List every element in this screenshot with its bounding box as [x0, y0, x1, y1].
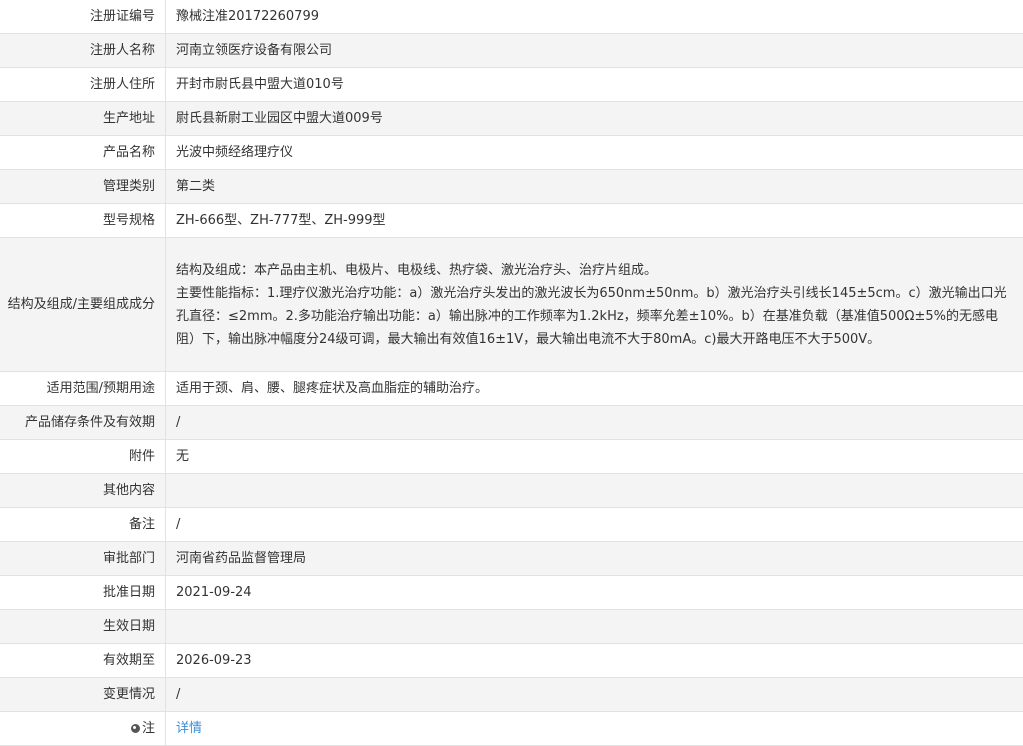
field-label: 其他内容	[0, 474, 166, 508]
field-label: 有效期至	[0, 644, 166, 678]
field-value: /	[166, 406, 1023, 440]
note-label: 注	[142, 721, 155, 736]
field-label: 变更情况	[0, 678, 166, 712]
location-pin-icon	[131, 724, 140, 733]
field-label: 批准日期	[0, 576, 166, 610]
field-value	[166, 610, 1023, 644]
row-effective-date: 生效日期	[0, 610, 1023, 644]
field-label: 审批部门	[0, 542, 166, 576]
field-value: 无	[166, 440, 1023, 474]
row-management-category: 管理类别 第二类	[0, 170, 1023, 204]
field-label: 注	[0, 712, 166, 746]
performance-text: 主要性能指标：1.理疗仪激光治疗功能：a）激光治疗头发出的激光波长为650nm±…	[176, 282, 1013, 351]
field-value: 光波中频经络理疗仪	[166, 136, 1023, 170]
row-registrant-address: 注册人住所 开封市尉氏县中盟大道010号	[0, 68, 1023, 102]
field-value: /	[166, 678, 1023, 712]
row-registration-number: 注册证编号 豫械注准20172260799	[0, 0, 1023, 34]
row-remarks: 备注 /	[0, 508, 1023, 542]
field-label: 注册人名称	[0, 34, 166, 68]
field-value: 豫械注准20172260799	[166, 0, 1023, 34]
row-production-address: 生产地址 尉氏县新尉工业园区中盟大道009号	[0, 102, 1023, 136]
row-registrant-name: 注册人名称 河南立领医疗设备有限公司	[0, 34, 1023, 68]
field-value: /	[166, 508, 1023, 542]
row-approval-date: 批准日期 2021-09-24	[0, 576, 1023, 610]
field-label: 生效日期	[0, 610, 166, 644]
field-value: ZH-666型、ZH-777型、ZH-999型	[166, 204, 1023, 238]
registration-info-table: 注册证编号 豫械注准20172260799 注册人名称 河南立领医疗设备有限公司…	[0, 0, 1023, 746]
structure-text: 结构及组成：本产品由主机、电极片、电极线、热疗袋、激光治疗头、治疗片组成。	[176, 259, 1013, 282]
field-value: 2026-09-23	[166, 644, 1023, 678]
row-change-status: 变更情况 /	[0, 678, 1023, 712]
field-value: 结构及组成：本产品由主机、电极片、电极线、热疗袋、激光治疗头、治疗片组成。 主要…	[166, 238, 1023, 372]
row-other-content: 其他内容	[0, 474, 1023, 508]
row-model-spec: 型号规格 ZH-666型、ZH-777型、ZH-999型	[0, 204, 1023, 238]
row-structure-composition: 结构及组成/主要组成成分 结构及组成：本产品由主机、电极片、电极线、热疗袋、激光…	[0, 238, 1023, 372]
row-storage-validity: 产品储存条件及有效期 /	[0, 406, 1023, 440]
field-value: 尉氏县新尉工业园区中盟大道009号	[166, 102, 1023, 136]
field-label: 附件	[0, 440, 166, 474]
field-value: 开封市尉氏县中盟大道010号	[166, 68, 1023, 102]
details-link[interactable]: 详情	[176, 721, 202, 736]
field-label: 型号规格	[0, 204, 166, 238]
row-attachment: 附件 无	[0, 440, 1023, 474]
field-label: 适用范围/预期用途	[0, 372, 166, 406]
field-value: 第二类	[166, 170, 1023, 204]
row-valid-until: 有效期至 2026-09-23	[0, 644, 1023, 678]
field-label: 注册证编号	[0, 0, 166, 34]
row-note: 注 详情	[0, 712, 1023, 746]
field-label: 产品储存条件及有效期	[0, 406, 166, 440]
field-value: 适用于颈、肩、腰、腿疼症状及高血脂症的辅助治疗。	[166, 372, 1023, 406]
field-label: 备注	[0, 508, 166, 542]
field-label: 生产地址	[0, 102, 166, 136]
field-value: 河南省药品监督管理局	[166, 542, 1023, 576]
field-label: 注册人住所	[0, 68, 166, 102]
field-label: 管理类别	[0, 170, 166, 204]
field-label: 产品名称	[0, 136, 166, 170]
field-value: 河南立领医疗设备有限公司	[166, 34, 1023, 68]
row-approval-department: 审批部门 河南省药品监督管理局	[0, 542, 1023, 576]
field-value: 2021-09-24	[166, 576, 1023, 610]
row-intended-use: 适用范围/预期用途 适用于颈、肩、腰、腿疼症状及高血脂症的辅助治疗。	[0, 372, 1023, 406]
field-value: 详情	[166, 712, 1023, 746]
field-value	[166, 474, 1023, 508]
field-label: 结构及组成/主要组成成分	[0, 238, 166, 372]
row-product-name: 产品名称 光波中频经络理疗仪	[0, 136, 1023, 170]
